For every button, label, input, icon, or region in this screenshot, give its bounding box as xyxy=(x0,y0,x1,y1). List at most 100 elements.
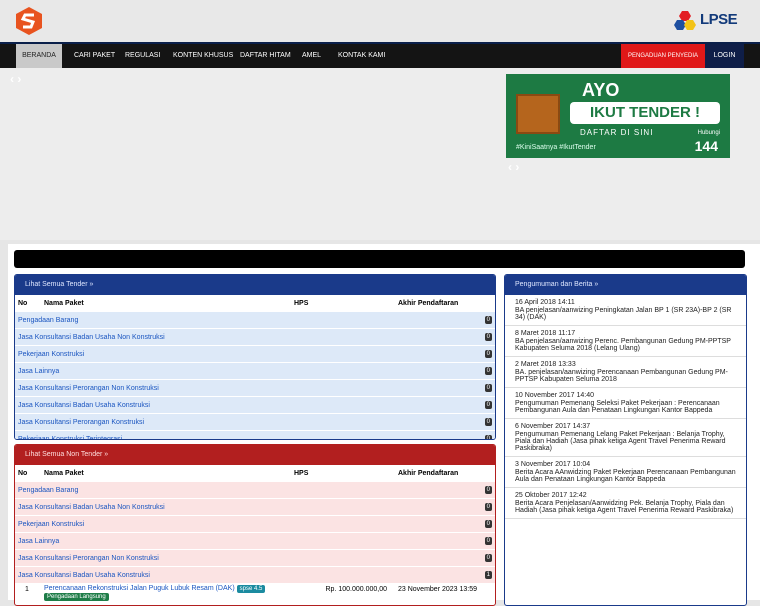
table-header: No Nama Paket HPS Akhir Pendaftaran xyxy=(15,465,495,482)
nav-konten-khusus[interactable]: KONTEN KHUSUS xyxy=(173,44,233,68)
nav-pengaduan-penyedia[interactable]: PENGADUAN PENYEDIA xyxy=(621,44,705,68)
category-link[interactable]: Jasa Lainnya xyxy=(15,532,397,550)
news-text[interactable]: Pengumuman Pemenang Seleksi Paket Pekerj… xyxy=(515,400,736,414)
category-link[interactable]: Jasa Konsultansi Perorangan Non Konstruk… xyxy=(15,549,397,567)
category-count: 0 xyxy=(484,333,492,341)
nav-login[interactable]: LOGIN xyxy=(705,44,744,68)
lpse-logo[interactable]: LPSE xyxy=(674,8,740,34)
news-panel-title[interactable]: Pengumuman dan Berita » xyxy=(505,275,746,295)
category-count: 0 xyxy=(484,520,492,528)
table-row[interactable]: Pekerjaan Konstruksi 0 xyxy=(15,345,495,363)
nontender-table: No Nama Paket HPS Akhir Pendaftaran Peng… xyxy=(15,465,495,602)
table-row[interactable]: Jasa Konsultansi Badan Usaha Konstruksi 1 xyxy=(15,566,495,583)
nav-daftar-hitam[interactable]: DAFTAR HITAM xyxy=(240,44,291,68)
tender-table: No Nama Paket HPS Akhir Pendaftaran Peng… xyxy=(15,295,495,439)
news-item[interactable]: 25 Oktober 2017 12:42 Berita Acara Penjel… xyxy=(505,488,746,519)
category-link[interactable]: Pengadaan Barang xyxy=(15,311,397,329)
table-row[interactable]: Jasa Konsultansi Badan Usaha Non Konstru… xyxy=(15,328,495,346)
promo-slider-arrows-icon[interactable]: ‹ › xyxy=(508,160,519,174)
news-date: 2 Maret 2018 13:33 xyxy=(515,361,576,368)
table-header: No Nama Paket HPS Akhir Pendaftaran xyxy=(15,295,495,312)
tender-panel: Lihat Semua Tender » No Nama Paket HPS A… xyxy=(14,274,496,440)
package-deadline: 23 November 2023 13:59 xyxy=(398,586,477,593)
category-count: 0 xyxy=(484,367,492,375)
category-count: 0 xyxy=(484,435,492,439)
news-item[interactable]: 8 Maret 2018 11:17 BA penjelasan/aanwizin… xyxy=(505,326,746,357)
news-item[interactable]: 2 Maret 2018 13:33 BA. penjelasan/aanwizi… xyxy=(505,357,746,388)
package-no: 1 xyxy=(25,586,29,593)
header: LPSE xyxy=(0,0,760,42)
promo-hubungi: Hubungi xyxy=(697,130,720,136)
table-row[interactable]: Jasa Konsultansi Perorangan Konstruksi 0 xyxy=(15,413,495,431)
package-name-link[interactable]: Perencanaan Rekonstruksi Jalan Puguk Lub… xyxy=(44,585,235,592)
package-hps: Rp. 100.000.000,00 xyxy=(325,586,388,593)
col-hps: HPS xyxy=(293,295,397,312)
category-link[interactable]: Jasa Konsultansi Badan Usaha Konstruksi xyxy=(15,566,397,583)
nav-cari-paket[interactable]: CARI PAKET xyxy=(74,44,115,68)
table-row[interactable]: Jasa Lainnya 0 xyxy=(15,532,495,550)
col-hps: HPS xyxy=(293,465,397,482)
nontender-panel: Lihat Semua Non Tender » No Nama Paket H… xyxy=(14,444,496,606)
news-date: 16 April 2018 14:11 xyxy=(515,299,575,306)
news-item[interactable]: 3 November 2017 10:04 Berita Acara AAnwid… xyxy=(505,457,746,488)
tender-panel-title[interactable]: Lihat Semua Tender » xyxy=(15,275,495,295)
nav-regulasi[interactable]: REGULASI xyxy=(125,44,160,68)
news-item[interactable]: 10 November 2017 14:40 Pengumuman Pemenan… xyxy=(505,388,746,419)
category-link[interactable]: Pekerjaan Konstruksi Terintegrasi xyxy=(15,430,397,439)
table-row[interactable]: Pengadaan Barang 0 xyxy=(15,481,495,499)
category-count: 0 xyxy=(484,384,492,392)
category-count: 0 xyxy=(484,537,492,545)
news-date: 10 November 2017 14:40 xyxy=(515,392,594,399)
category-count: 0 xyxy=(484,316,492,324)
news-text[interactable]: Berita Acara AAnwidzing Paket Pekerjaan … xyxy=(515,469,736,483)
package-row: 1 Perencanaan Rekonstruksi Jalan Puguk L… xyxy=(15,583,495,602)
news-text[interactable]: Berita Acara Penjelasan/Aanwidzing Pek. … xyxy=(515,500,736,514)
category-link[interactable]: Jasa Konsultansi Badan Usaha Non Konstru… xyxy=(15,498,397,516)
news-item[interactable]: 6 November 2017 14:37 Pengumuman Pemenang… xyxy=(505,419,746,457)
table-row[interactable]: Pekerjaan Konstruksi Terintegrasi 0 xyxy=(15,430,495,439)
category-count: 1 xyxy=(484,571,492,579)
category-link[interactable]: Jasa Konsultansi Badan Usaha Non Konstru… xyxy=(15,328,397,346)
news-text[interactable]: Pengumuman Pemenang Lelang Paket Pekerja… xyxy=(515,431,736,452)
table-row[interactable]: Jasa Konsultansi Perorangan Non Konstruk… xyxy=(15,379,495,397)
news-text[interactable]: BA. penjelasan/aanwizing Perencanaan Pem… xyxy=(515,369,736,383)
news-text[interactable]: BA penjelasan/aanwizing Peningkatan Jala… xyxy=(515,307,736,321)
table-row[interactable]: Jasa Konsultansi Badan Usaha Non Konstru… xyxy=(15,498,495,516)
category-count: 0 xyxy=(484,486,492,494)
promo-hashtag: #KiniSaatnya #IkutTender xyxy=(516,144,596,151)
nav-amel[interactable]: AMEL xyxy=(302,44,321,68)
table-row[interactable]: Jasa Konsultansi Badan Usaha Konstruksi 0 xyxy=(15,396,495,414)
nav-beranda[interactable]: BERANDA xyxy=(16,44,62,68)
table-row[interactable]: Jasa Lainnya 0 xyxy=(15,362,495,380)
category-count: 0 xyxy=(484,350,492,358)
category-count: 0 xyxy=(484,418,492,426)
category-link[interactable]: Jasa Konsultansi Perorangan Non Konstruk… xyxy=(15,379,397,397)
category-link[interactable]: Pekerjaan Konstruksi xyxy=(15,515,397,533)
promo-line3: DAFTAR DI SINI xyxy=(580,128,654,137)
table-row[interactable]: Pekerjaan Konstruksi 0 xyxy=(15,515,495,533)
box-illustration-icon xyxy=(516,94,560,134)
table-row[interactable]: Pengadaan Barang 0 xyxy=(15,311,495,329)
news-item[interactable]: 16 April 2018 14:11 BA penjelasan/aanwizi… xyxy=(505,295,746,326)
main-nav: BERANDA CARI PAKET REGULASI KONTEN KHUSU… xyxy=(0,42,760,68)
news-date: 25 Oktober 2017 12:42 xyxy=(515,492,587,499)
category-link[interactable]: Jasa Konsultansi Badan Usaha Konstruksi xyxy=(15,396,397,414)
nav-kontak-kami[interactable]: KONTAK KAMI xyxy=(338,44,385,68)
col-akhir-pendaftaran: Akhir Pendaftaran xyxy=(397,295,495,312)
news-text[interactable]: BA penjelasan/aanwizing Perenc. Pembangu… xyxy=(515,338,736,352)
marquee-bar xyxy=(14,250,745,268)
table-row[interactable]: Jasa Konsultansi Perorangan Non Konstruk… xyxy=(15,549,495,567)
spse-logo-icon[interactable] xyxy=(14,6,44,36)
promo-banner[interactable]: AYO IKUT TENDER ! DAFTAR DI SINI Hubungi… xyxy=(506,74,730,158)
nontender-panel-title[interactable]: Lihat Semua Non Tender » xyxy=(15,445,495,465)
category-link[interactable]: Pekerjaan Konstruksi xyxy=(15,345,397,363)
promo-line1: AYO xyxy=(582,80,620,100)
news-date: 6 November 2017 14:37 xyxy=(515,423,591,430)
promo-line2: IKUT TENDER ! xyxy=(570,102,720,124)
slider-prev-arrows-icon[interactable]: ‹ › xyxy=(10,72,21,86)
category-link[interactable]: Pengadaan Barang xyxy=(15,481,397,499)
news-date: 3 November 2017 10:04 xyxy=(515,461,591,468)
category-link[interactable]: Jasa Lainnya xyxy=(15,362,397,380)
promo-phone: 144 xyxy=(694,138,718,154)
category-link[interactable]: Jasa Konsultansi Perorangan Konstruksi xyxy=(15,413,397,431)
